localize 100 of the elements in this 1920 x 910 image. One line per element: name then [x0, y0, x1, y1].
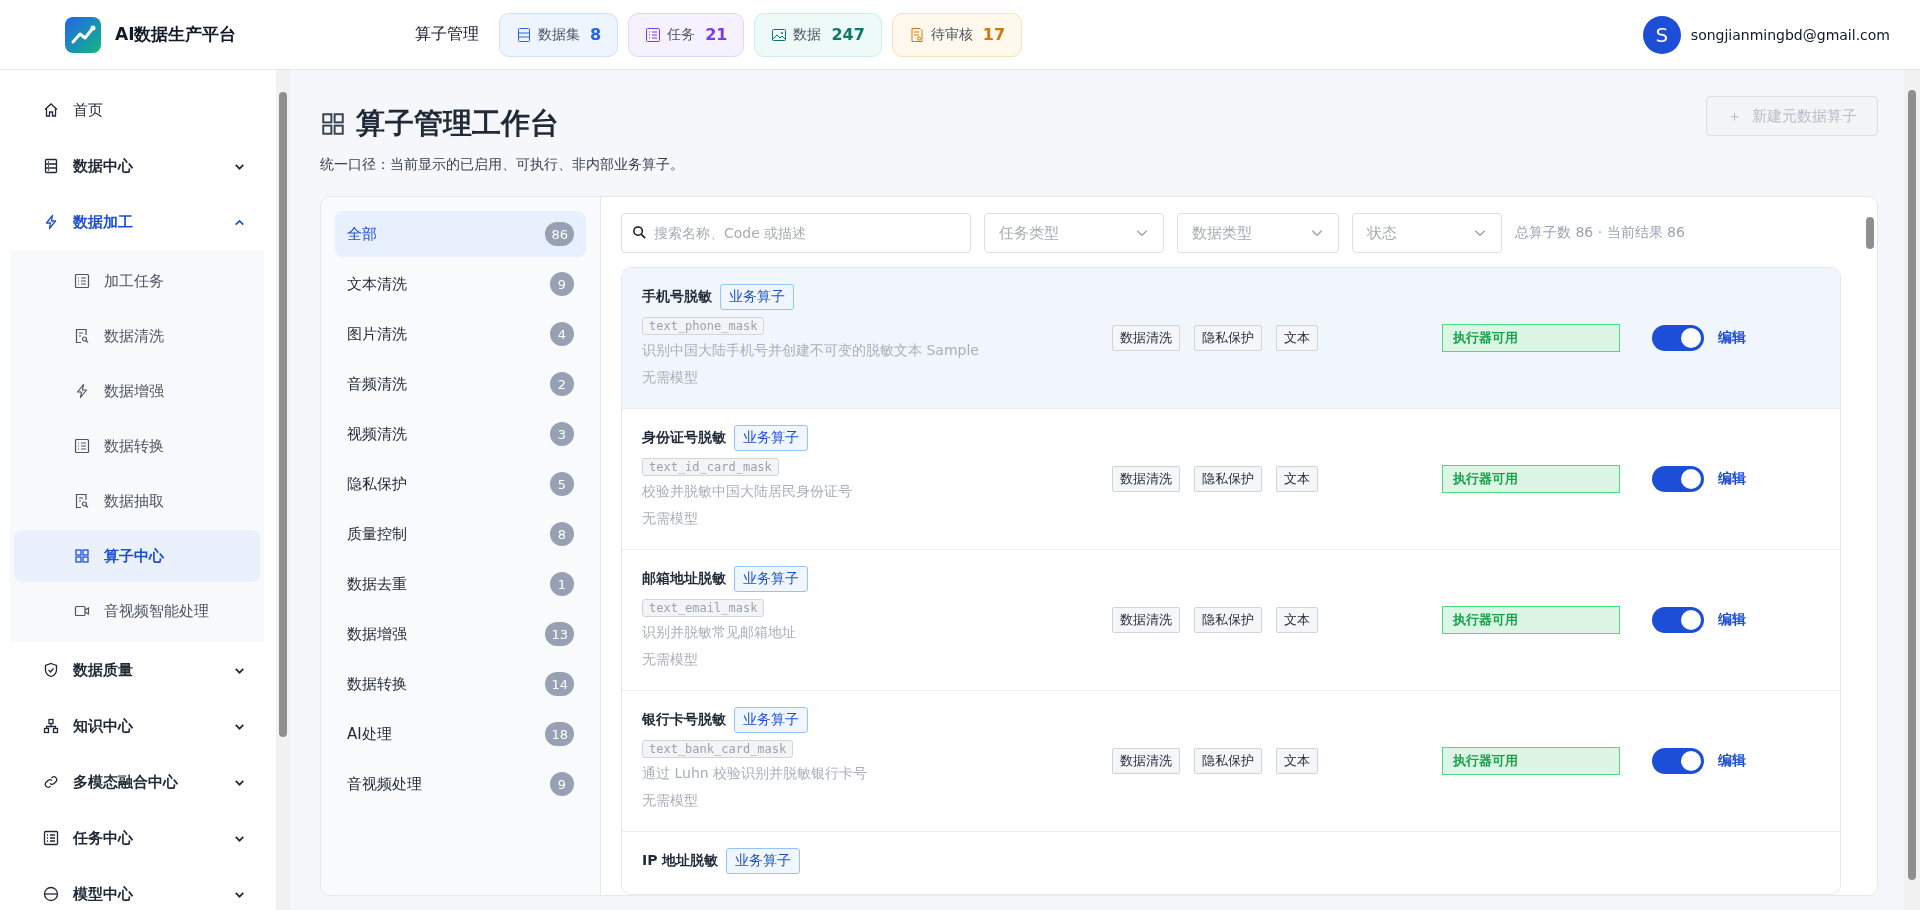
submenu-label: 数据增强: [104, 381, 165, 401]
image-icon: [771, 26, 788, 43]
edit-link[interactable]: 编辑: [1718, 611, 1746, 629]
stat-chip[interactable]: 数据集 8: [499, 12, 619, 57]
tag: 文本: [1276, 325, 1318, 351]
tag: 隐私保护: [1194, 325, 1262, 351]
operator-name: 银行卡号脱敏: [642, 711, 726, 729]
document-search-icon: [74, 328, 90, 344]
category-item[interactable]: 视频清洗 3: [335, 411, 586, 457]
category-label: 数据转换: [347, 674, 407, 694]
type-badge: 业务算子: [720, 284, 794, 310]
edit-link[interactable]: 编辑: [1718, 470, 1746, 488]
avatar[interactable]: S: [1642, 15, 1681, 54]
search-field[interactable]: 搜索名称、Code 或描述: [621, 213, 971, 253]
count-badge: 8: [550, 522, 574, 546]
sidebar-item[interactable]: 知识中心: [0, 698, 276, 754]
category-label: 图片清洗: [347, 324, 407, 344]
category-item[interactable]: 质量控制 8: [335, 511, 586, 557]
result-summary: 总算子数 86 · 当前结果 86: [1515, 224, 1685, 242]
operator-name: 邮箱地址脱敏: [642, 570, 726, 588]
type-badge: 业务算子: [734, 707, 808, 733]
count-badge: 1: [550, 572, 574, 596]
category-item[interactable]: AI处理 18: [335, 711, 586, 757]
model-note: 无需模型: [642, 791, 698, 810]
count-badge: 9: [550, 272, 574, 296]
sidebar-item[interactable]: 数据中心: [0, 138, 276, 194]
submenu-item[interactable]: 数据增强: [14, 365, 260, 417]
stat-count: 21: [705, 25, 728, 44]
logo-icon: [65, 16, 101, 53]
video-camera-icon: [74, 603, 90, 619]
tag: 文本: [1276, 607, 1318, 633]
category-label: 音视频处理: [347, 774, 422, 794]
tag: 隐私保护: [1194, 466, 1262, 492]
toggle-switch[interactable]: [1652, 607, 1704, 633]
submenu-item[interactable]: 数据抽取: [14, 475, 260, 527]
category-item[interactable]: 音频清洗 2: [335, 361, 586, 407]
page-name: 算子管理: [415, 24, 479, 45]
tag: 数据清洗: [1112, 325, 1180, 351]
stat-chip[interactable]: 数据 247: [754, 12, 882, 57]
operator-name: 身份证号脱敏: [642, 429, 726, 447]
toggle-switch[interactable]: [1652, 325, 1704, 351]
sidebar-item[interactable]: 数据质量: [0, 642, 276, 698]
search-icon: [632, 225, 647, 240]
edit-link[interactable]: 编辑: [1718, 752, 1746, 770]
tag: 隐私保护: [1194, 748, 1262, 774]
operator-name: IP 地址脱敏: [642, 852, 719, 870]
submenu-label: 数据转换: [104, 436, 165, 456]
stat-chip[interactable]: 任务 21: [628, 12, 745, 57]
sidebar-scrollbar[interactable]: [276, 70, 290, 910]
submenu-item[interactable]: 数据清洗: [14, 310, 260, 362]
table-icon: [516, 26, 532, 43]
operator-code: text_id_card_mask: [642, 458, 779, 476]
count-badge: 13: [545, 622, 574, 646]
submenu-item[interactable]: 数据转换: [14, 420, 260, 472]
category-item[interactable]: 文本清洗 9: [335, 261, 586, 307]
submenu-item[interactable]: 音视频智能处理: [14, 585, 260, 637]
app-title: AI数据生产平台: [115, 23, 237, 46]
submenu-label: 数据抽取: [104, 491, 165, 511]
count-badge: 14: [545, 672, 574, 696]
server-icon: [43, 158, 59, 174]
tag: 数据清洗: [1112, 607, 1180, 633]
sidebar-label: 多模态融合中心: [73, 772, 179, 792]
sidebar-item[interactable]: 多模态融合中心: [0, 754, 276, 810]
count-badge: 86: [545, 222, 574, 246]
sidebar-label: 首页: [73, 100, 104, 120]
submenu-item[interactable]: 算子中心: [14, 530, 260, 582]
sidebar-item[interactable]: 首页: [0, 82, 276, 138]
submenu-label: 数据清洗: [104, 326, 165, 346]
globe-icon: [43, 886, 59, 902]
category-label: 文本清洗: [347, 274, 407, 294]
list-icon: [74, 438, 90, 454]
category-item[interactable]: 隐私保护 5: [335, 461, 586, 507]
stat-label: 待审核: [930, 25, 973, 44]
submenu-label: 音视频智能处理: [104, 601, 210, 621]
category-item[interactable]: 图片清洗 4: [335, 311, 586, 357]
page-scrollbar[interactable]: [1904, 70, 1920, 910]
operator-description: 校验并脱敏中国大陆居民身份证号: [642, 482, 852, 501]
category-item[interactable]: 数据增强 13: [335, 611, 586, 657]
edit-link[interactable]: 编辑: [1718, 329, 1746, 347]
lightning-icon: [74, 383, 90, 399]
category-item[interactable]: 音视频处理 9: [335, 761, 586, 807]
stat-chip[interactable]: 待审核 17: [891, 12, 1023, 57]
status-badge: 执行器可用: [1442, 606, 1620, 634]
page-subtitle: 统一口径：当前显示的已启用、可执行、非内部业务算子。: [320, 156, 684, 174]
submenu-item[interactable]: 加工任务: [14, 255, 260, 307]
sidebar-item[interactable]: 模型中心: [0, 866, 276, 910]
toggle-switch[interactable]: [1652, 466, 1704, 492]
category-item[interactable]: 数据转换 14: [335, 661, 586, 707]
category-item[interactable]: 数据去重 1: [335, 561, 586, 607]
operator-description: 识别中国大陆手机号并创建不可变的脱敏文本 Sample: [642, 341, 979, 360]
sidebar-item[interactable]: 任务中心: [0, 810, 276, 866]
toggle-switch[interactable]: [1652, 748, 1704, 774]
user-email: songjianmingbd@gmail.com: [1690, 26, 1890, 43]
sidebar-item[interactable]: 数据加工: [0, 194, 276, 250]
shield-icon: [43, 662, 59, 678]
model-note: 无需模型: [642, 368, 698, 387]
submenu-label: 算子中心: [104, 546, 165, 566]
category-label: 音频清洗: [347, 374, 407, 394]
operator-code: text_bank_card_mask: [642, 740, 794, 758]
category-item[interactable]: 全部 86: [335, 211, 586, 257]
